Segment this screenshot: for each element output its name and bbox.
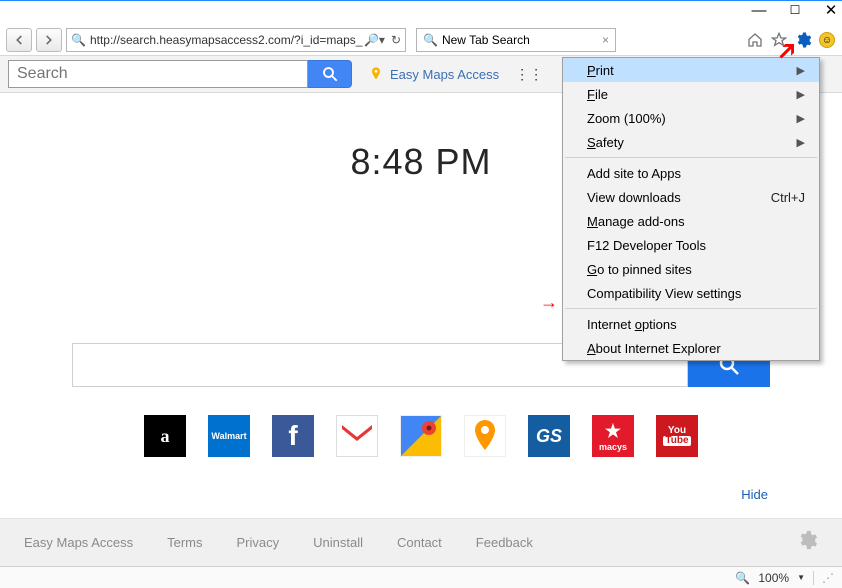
footer-uninstall[interactable]: Uninstall [313,535,363,550]
maximize-button[interactable]: ☐ [788,3,802,17]
search-dropdown-icon[interactable]: 🔎▾ [364,33,385,47]
annotation-arrow-options: → [540,292,558,313]
zoom-icon[interactable]: 🔍 [735,571,750,585]
shortcut-gasbuddy[interactable]: GS [528,415,570,457]
toolbar-search-button[interactable] [308,60,352,88]
chevron-right-icon: ▶ [797,64,805,77]
footer-settings-button[interactable] [796,529,818,556]
shortcut-google-maps[interactable] [400,415,442,457]
gear-icon [796,529,818,551]
gmaps-icon [401,416,441,456]
toolbar-link-label: Easy Maps Access [390,67,499,82]
menu-pinned-sites[interactable]: Go to pinned sites [563,257,819,281]
smiley-icon: ☺ [819,32,835,48]
tab-favicon-icon: 🔍 [423,33,438,47]
directions-icon [465,416,505,456]
smiley-button[interactable]: ☺ [818,31,836,49]
menu-safety[interactable]: Safety▶ [563,130,819,154]
url-text: http://search.heasymapsaccess2.com/?i_id… [90,33,362,47]
back-button[interactable] [6,28,32,52]
refresh-button[interactable]: ↻ [391,33,401,47]
shortcut-amazon[interactable]: a [144,415,186,457]
chevron-right-icon: ▶ [797,88,805,101]
menu-zoom[interactable]: Zoom (100%)▶ [563,106,819,130]
shortcut-facebook[interactable]: f [272,415,314,457]
browser-navbar: 🔍 http://search.heasymapsaccess2.com/?i_… [0,25,842,55]
shortcut-walmart[interactable]: Walmart [208,415,250,457]
shortcut-row: a Walmart f GS ★macys YouTube [0,415,842,457]
shortcut-macys[interactable]: ★macys [592,415,634,457]
shortcut-directions[interactable] [464,415,506,457]
browser-tab[interactable]: 🔍 New Tab Search × [416,28,616,52]
chevron-right-icon: ▶ [797,136,805,149]
status-bar: 🔍 100% ▼ ⋰ [0,566,842,588]
easy-maps-link[interactable]: Easy Maps Access [368,66,499,82]
footer-brand[interactable]: Easy Maps Access [24,535,133,550]
menu-view-downloads[interactable]: View downloadsCtrl+J [563,185,819,209]
footer-privacy[interactable]: Privacy [237,535,280,550]
zoom-dropdown[interactable]: ▼ [797,573,805,582]
minimize-button[interactable]: — [752,3,766,17]
toolbar-extra-icon[interactable]: ⋮⋮ [515,66,543,83]
toolbar-search-input[interactable] [8,60,308,88]
address-bar[interactable]: 🔍 http://search.heasymapsaccess2.com/?i_… [66,28,406,52]
menu-f12[interactable]: F12 Developer Tools [563,233,819,257]
menu-compat-view[interactable]: Compatibility View settings [563,281,819,305]
shortcut-youtube[interactable]: YouTube [656,415,698,457]
gmail-icon [342,425,372,447]
page-footer: Easy Maps Access Terms Privacy Uninstall… [0,518,842,566]
map-pin-icon [368,66,384,82]
footer-terms[interactable]: Terms [167,535,202,550]
tab-title: New Tab Search [442,33,530,47]
home-button[interactable] [746,31,764,49]
menu-manage-addons[interactable]: Manage add-ons [563,209,819,233]
zoom-level: 100% [758,571,789,585]
arrow-right-icon [42,33,56,47]
resize-grip-icon[interactable]: ⋰ [822,571,834,585]
search-icon: 🔍 [71,33,86,47]
arrow-left-icon [12,33,26,47]
hide-link[interactable]: Hide [741,487,768,502]
menu-file[interactable]: File▶ [563,82,819,106]
footer-feedback[interactable]: Feedback [476,535,533,550]
home-icon [747,32,763,48]
close-window-button[interactable]: ✕ [824,3,838,17]
menu-add-site[interactable]: Add site to Apps [563,161,819,185]
tools-menu: Print▶ File▶ Zoom (100%)▶ Safety▶ Add si… [562,57,820,361]
tab-close-button[interactable]: × [602,33,609,47]
menu-print[interactable]: Print▶ [563,58,819,82]
shortcut-gmail[interactable] [336,415,378,457]
forward-button[interactable] [36,28,62,52]
menu-internet-options[interactable]: Internet options [563,312,819,336]
search-icon [321,65,339,83]
chevron-right-icon: ▶ [797,112,805,125]
footer-contact[interactable]: Contact [397,535,442,550]
menu-about-ie[interactable]: About Internet Explorer [563,336,819,360]
